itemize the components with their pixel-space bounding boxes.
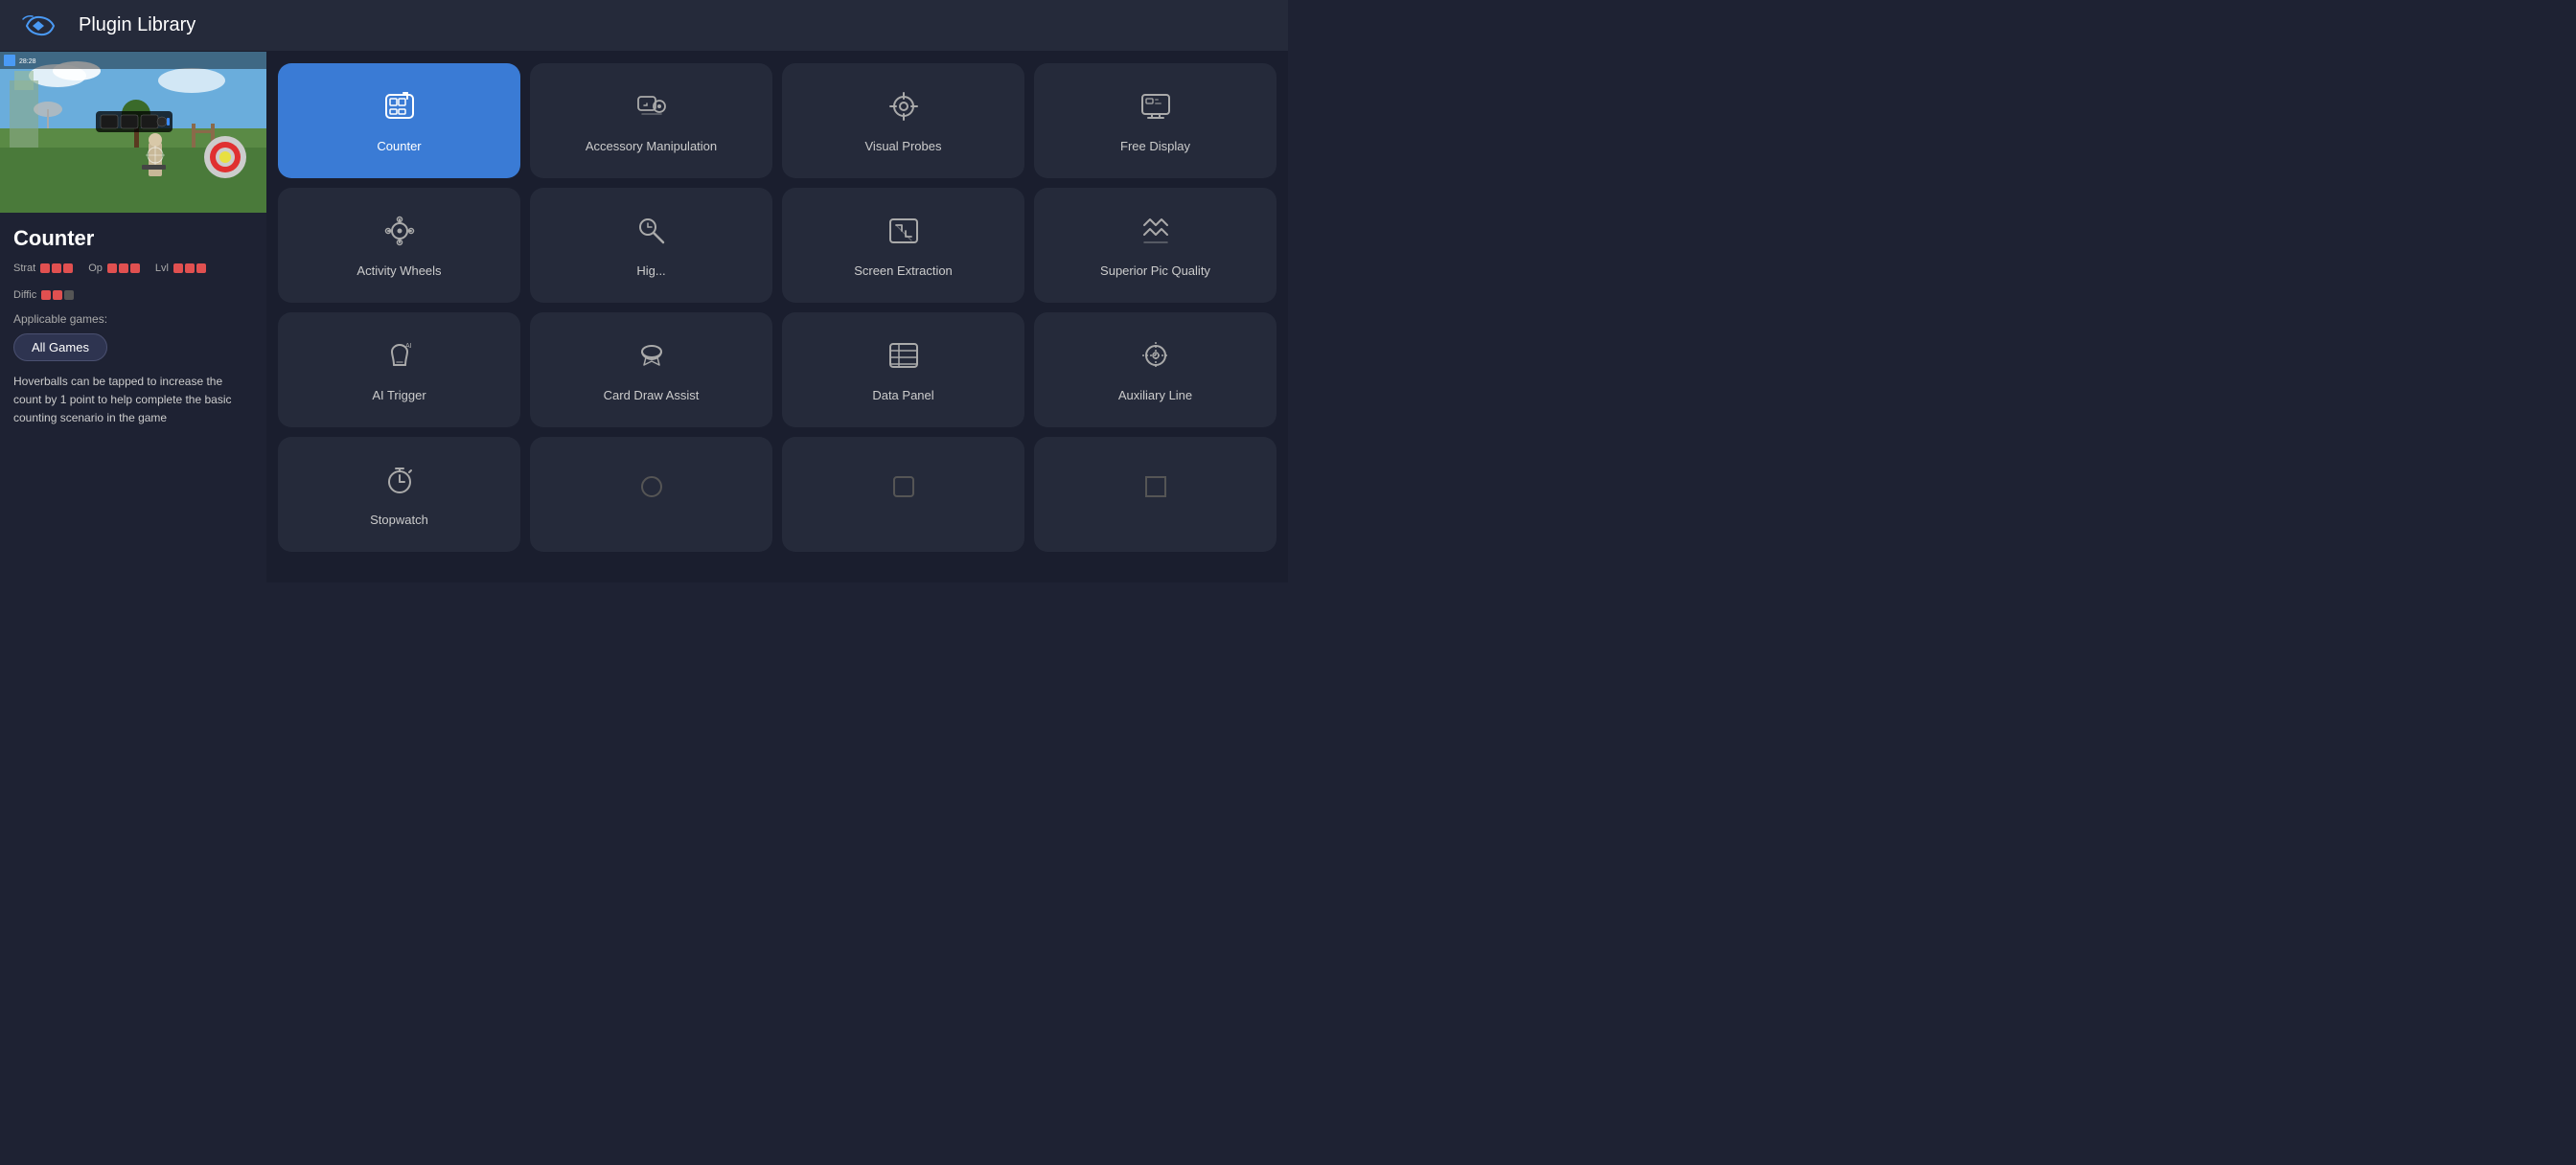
dot: [130, 263, 140, 273]
plugin-info: Counter Strat Op: [0, 213, 266, 582]
plugin-title: Counter: [13, 226, 253, 251]
accessory-label: Accessory Manipulation: [586, 139, 717, 153]
dot: [119, 263, 128, 273]
ai-icon: AI: [382, 338, 417, 378]
data-label: Data Panel: [872, 388, 933, 402]
rating-strat: Strat: [13, 263, 73, 274]
pic-label: Superior Pic Quality: [1100, 263, 1210, 278]
plugin-card-pic[interactable]: Superior Pic Quality: [1034, 188, 1276, 303]
game-preview: 28:28: [0, 52, 266, 213]
hig-icon: [634, 214, 669, 254]
plugin-card-card[interactable]: Card Draw Assist: [530, 312, 772, 427]
plugin-card-stopwatch[interactable]: Stopwatch: [278, 437, 520, 552]
all-games-button[interactable]: All Games: [13, 333, 107, 361]
plugin-card-hig[interactable]: Hig...: [530, 188, 772, 303]
strat-label: Strat: [13, 263, 35, 274]
lvl-label: Lvl: [155, 263, 169, 274]
display-icon: [1138, 89, 1173, 129]
pic-icon: [1138, 214, 1173, 254]
dot: [107, 263, 117, 273]
rating-diffic: Diffic: [13, 289, 74, 301]
visual-label: Visual Probes: [865, 139, 942, 153]
dot: [40, 263, 50, 273]
plugin-card-15[interactable]: [782, 437, 1024, 552]
wheels-label: Activity Wheels: [356, 263, 441, 278]
plugin-card-wheels[interactable]: Activity Wheels: [278, 188, 520, 303]
extraction-label: Screen Extraction: [854, 263, 953, 278]
rating-row: Strat Op Lvl: [13, 263, 253, 301]
generic3-icon: [1138, 469, 1173, 510]
auxiliary-label: Auxiliary Line: [1118, 388, 1192, 402]
counter-icon: [382, 89, 417, 129]
display-label: Free Display: [1120, 139, 1190, 153]
dot: [53, 290, 62, 300]
card-label: Card Draw Assist: [604, 388, 700, 402]
right-panel: Counter Accessory Manipulation: [266, 52, 1288, 582]
dot: [196, 263, 206, 273]
diffic-dots: [41, 290, 74, 300]
plugin-grid: Counter Accessory Manipulation: [278, 63, 1276, 552]
ai-label: AI Trigger: [372, 388, 426, 402]
hig-label: Hig...: [636, 263, 665, 278]
plugin-card-auxiliary[interactable]: Auxiliary Line: [1034, 312, 1276, 427]
visual-icon: [886, 89, 921, 129]
game-screenshot: 28:28: [0, 52, 266, 213]
dot: [52, 263, 61, 273]
logo-icon: [19, 11, 61, 40]
plugin-card-counter[interactable]: Counter: [278, 63, 520, 178]
plugin-card-data[interactable]: Data Panel: [782, 312, 1024, 427]
auxiliary-icon: [1138, 338, 1173, 378]
card-icon: [634, 338, 669, 378]
dot: [63, 263, 73, 273]
diffic-label: Diffic: [13, 289, 36, 301]
plugin-card-accessory[interactable]: Accessory Manipulation: [530, 63, 772, 178]
stopwatch-label: Stopwatch: [370, 513, 428, 527]
generic2-icon: [886, 469, 921, 510]
plugin-card-14[interactable]: [530, 437, 772, 552]
game-scene-svg: 28:28: [0, 52, 266, 213]
plugin-card-ai[interactable]: AI AI Trigger: [278, 312, 520, 427]
main-content: 28:28 Counter Strat: [0, 52, 1288, 582]
plugin-card-16[interactable]: [1034, 437, 1276, 552]
stopwatch-icon: [382, 463, 417, 503]
strat-dots: [40, 263, 73, 273]
left-panel: 28:28 Counter Strat: [0, 52, 266, 582]
plugin-card-visual[interactable]: Visual Probes: [782, 63, 1024, 178]
plugin-card-display[interactable]: Free Display: [1034, 63, 1276, 178]
svg-text:28:28: 28:28: [19, 58, 36, 65]
rating-op: Op: [88, 263, 140, 274]
applicable-label: Applicable games:: [13, 312, 253, 326]
accessory-icon: [634, 89, 669, 129]
rating-lvl: Lvl: [155, 263, 206, 274]
wheels-icon: [382, 214, 417, 254]
svg-text:AI: AI: [405, 343, 412, 350]
op-label: Op: [88, 263, 103, 274]
data-icon: [886, 338, 921, 378]
counter-label: Counter: [377, 139, 421, 153]
plugin-description: Hoverballs can be tapped to increase the…: [13, 373, 253, 428]
dot: [64, 290, 74, 300]
dot: [173, 263, 183, 273]
extraction-icon: [886, 214, 921, 254]
header-title: Plugin Library: [79, 14, 196, 36]
app-header: Plugin Library: [0, 0, 1288, 52]
lvl-dots: [173, 263, 206, 273]
op-dots: [107, 263, 140, 273]
dot: [41, 290, 51, 300]
generic1-icon: [634, 469, 669, 510]
plugin-card-extraction[interactable]: Screen Extraction: [782, 188, 1024, 303]
dot: [185, 263, 195, 273]
